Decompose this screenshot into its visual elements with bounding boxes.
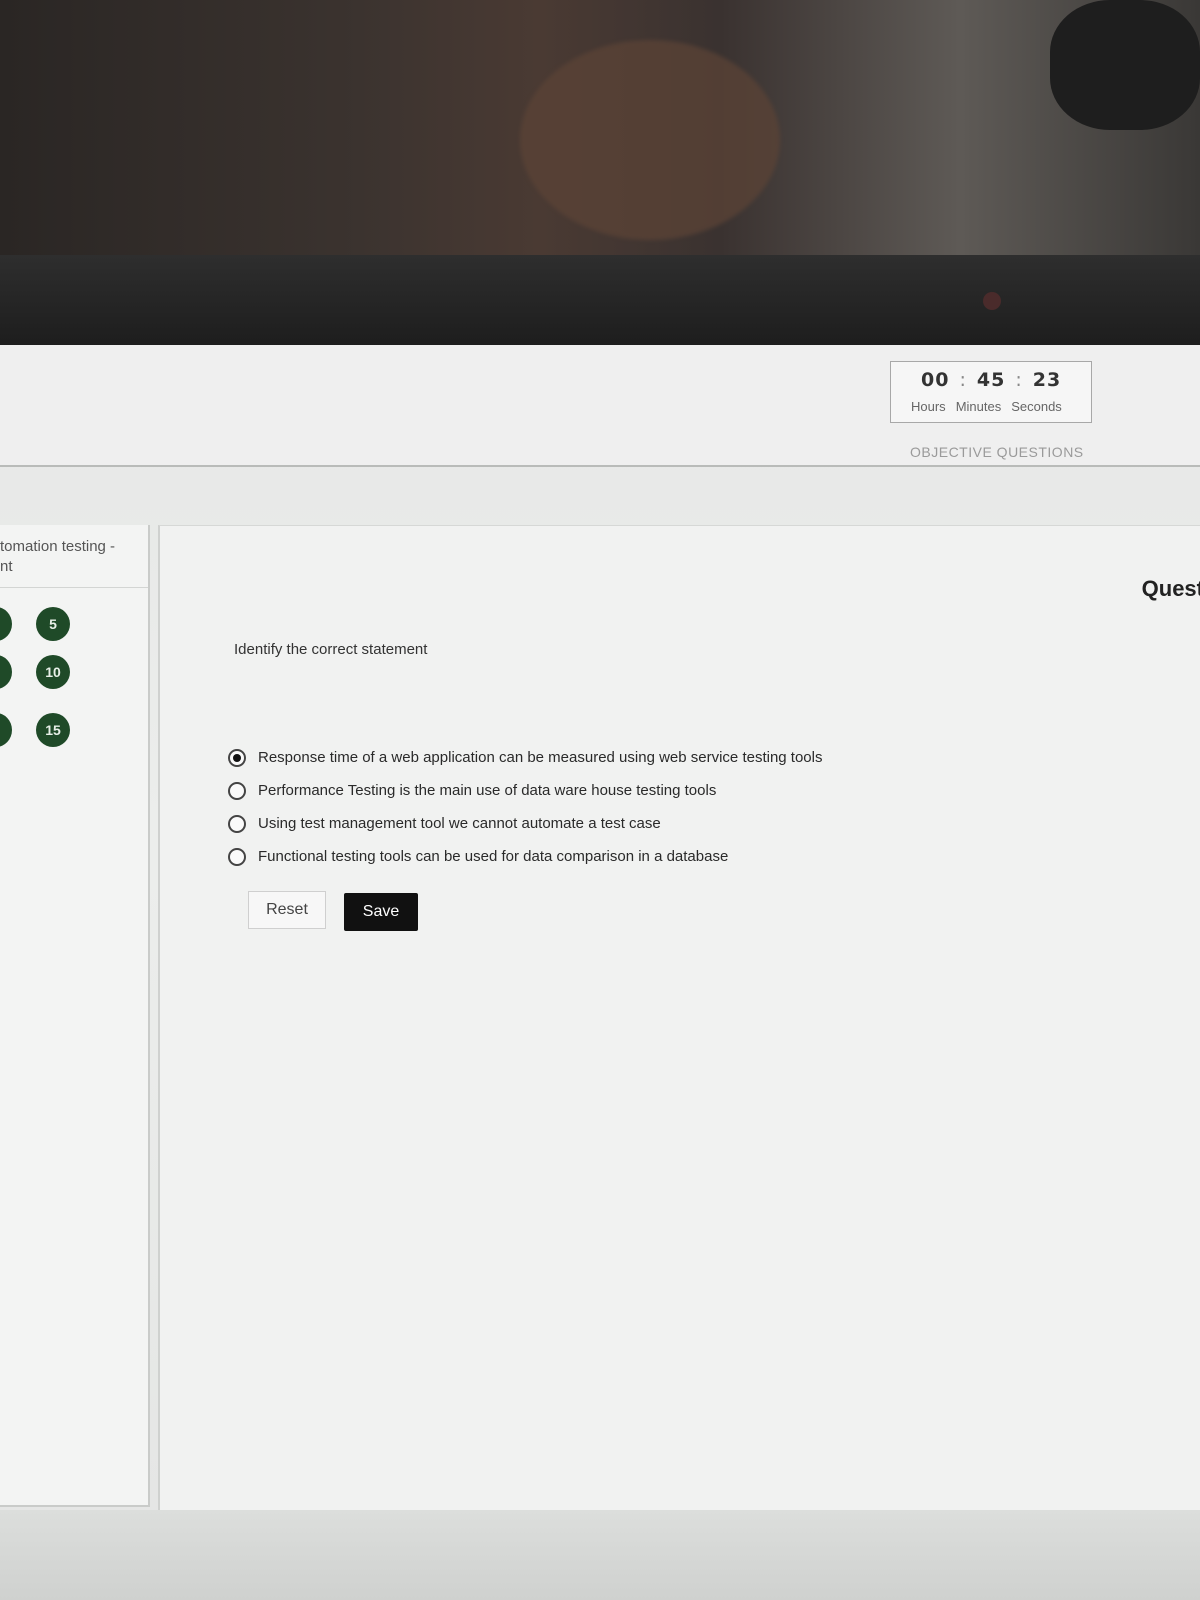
reset-button[interactable]: Reset (248, 891, 326, 929)
timer-separator: : (959, 369, 967, 391)
timer-label-minutes: Minutes (955, 399, 1002, 414)
answer-option-label: Performance Testing is the main use of d… (258, 782, 717, 799)
countdown-timer: 00:45:23 Hours Minutes Seconds (890, 361, 1092, 423)
radio-button[interactable] (228, 781, 246, 800)
radio-button-selected[interactable] (228, 748, 246, 767)
top-header-bar: 00:45:23 Hours Minutes Seconds OBJECTIVE Q… (0, 345, 1200, 467)
monitor-bezel (0, 255, 1200, 347)
timer-values: 00:45:23 (921, 369, 1061, 391)
answer-option[interactable]: Using test management tool we cannot aut… (228, 807, 823, 840)
question-number: 5 (49, 616, 57, 632)
question-number-bubble[interactable] (0, 713, 12, 747)
timer-label-seconds: Seconds (1011, 399, 1062, 414)
test-title: tomation testing - nt (0, 537, 115, 577)
timer-separator: : (1015, 369, 1023, 391)
screen-lower-area (0, 1510, 1200, 1600)
question-number-bubble[interactable] (0, 607, 12, 641)
background-object (1050, 0, 1200, 130)
section-title: OBJECTIVE QUESTIONS (910, 444, 1084, 460)
answer-options: Response time of a web application can b… (228, 741, 823, 873)
answer-option[interactable]: Functional testing tools can be used for… (228, 840, 823, 873)
timer-seconds: 23 (1032, 369, 1062, 391)
question-number-bubble[interactable] (0, 655, 12, 689)
webcam-indicator (983, 292, 1001, 310)
question-number: 10 (45, 664, 61, 680)
timer-minutes: 45 (976, 369, 1006, 391)
timer-hours: 00 (921, 369, 950, 391)
answer-option[interactable]: Response time of a web application can b… (228, 741, 823, 774)
question-number: 15 (45, 722, 61, 738)
question-number-bubble[interactable]: 5 (36, 607, 70, 641)
question-panel: Quest Identify the correct statement Res… (158, 525, 1200, 1513)
test-title-line: nt (0, 558, 13, 575)
radio-button[interactable] (228, 814, 246, 833)
divider (0, 587, 148, 588)
question-text: Identify the correct statement (234, 641, 428, 658)
save-button[interactable]: Save (344, 893, 418, 931)
answer-option-label: Functional testing tools can be used for… (258, 848, 729, 865)
question-header: Quest (1141, 576, 1200, 601)
answer-option-label: Using test management tool we cannot aut… (258, 815, 661, 832)
question-number-bubble[interactable]: 15 (36, 713, 70, 747)
answer-option-label: Response time of a web application can b… (258, 749, 823, 766)
timer-label-hours: Hours (911, 399, 946, 414)
question-number-bubble[interactable]: 10 (36, 655, 70, 689)
background-object (520, 40, 780, 240)
question-navigator: tomation testing - nt 5 10 15 (0, 525, 150, 1507)
answer-option[interactable]: Performance Testing is the main use of d… (228, 774, 823, 807)
radio-button[interactable] (228, 847, 246, 866)
test-title-line: tomation testing - (0, 538, 116, 555)
timer-labels: Hours Minutes Seconds (911, 399, 1062, 414)
exam-screen: 00:45:23 Hours Minutes Seconds OBJECTIVE Q… (0, 345, 1200, 1600)
